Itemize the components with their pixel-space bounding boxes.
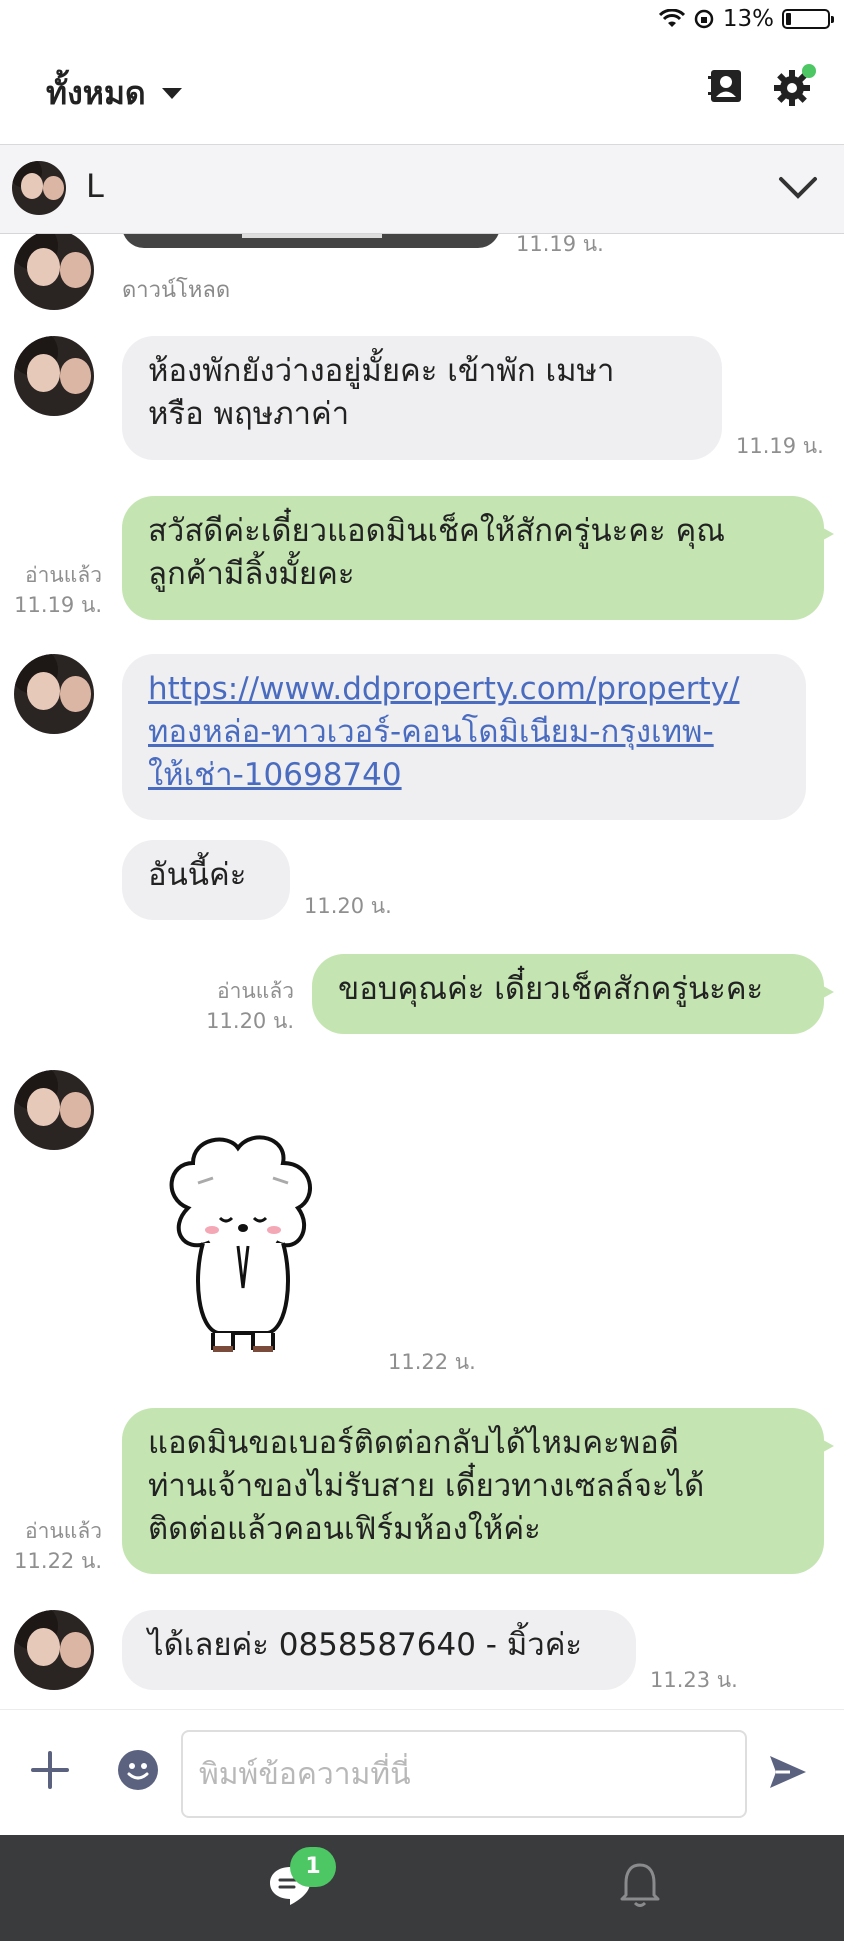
bottom-nav: 1 — [0, 1835, 844, 1941]
message-time: 11.19 น. — [736, 434, 824, 458]
outgoing-message[interactable]: แอดมินขอเบอร์ติดต่อกลับได้ไหมคะพอดี ท่าน… — [122, 1408, 834, 1574]
chevron-down-icon[interactable] — [778, 175, 818, 201]
read-receipt: อ่านแล้ว 11.19 น. — [6, 560, 102, 620]
read-receipt: อ่านแล้ว 11.22 น. — [6, 1516, 102, 1576]
image-message-partial[interactable] — [122, 234, 500, 248]
incoming-message[interactable]: ได้เลยค่ะ 0858587640 - มิ้วค่ะ — [122, 1610, 636, 1690]
message-text: ลูกค้ามีลิ้งมั้ยคะ — [148, 556, 355, 592]
message-text: ขอบคุณค่ะ เดี๋ยวเช็คสักครู่นะคะ — [338, 971, 764, 1007]
message-text: อันนี้ค่ะ — [148, 857, 247, 893]
plus-icon[interactable] — [30, 1750, 70, 1790]
message-text: หรือ พฤษภาค่า — [148, 396, 350, 432]
message-time: 11.22 น. — [14, 1549, 102, 1573]
battery-icon — [782, 9, 834, 29]
bell-icon[interactable] — [618, 1861, 662, 1909]
message-time: 11.22 น. — [388, 1350, 476, 1374]
smiley-face — [127, 1763, 149, 1780]
avatar — [12, 161, 66, 215]
outgoing-message[interactable]: ขอบคุณค่ะ เดี๋ยวเช็คสักครู่นะคะ — [312, 954, 834, 1034]
header: ทั้งหมด — [0, 38, 844, 145]
message-text: ห้องพักยังว่างอยู่มั้ยคะ เข้าพัก เมษา — [148, 353, 615, 389]
contact-card-icon[interactable] — [706, 66, 746, 106]
download-link[interactable]: ดาวน์โหลด — [122, 272, 230, 307]
avatar[interactable] — [14, 1070, 94, 1150]
incoming-link-message[interactable]: https://www.ddproperty.com/property/ ทอง… — [122, 654, 806, 820]
property-link[interactable]: ให้เช่า-10698740 — [148, 754, 780, 797]
read-label: อ่านแล้ว — [217, 979, 294, 1003]
header-title: ทั้งหมด — [46, 74, 146, 112]
wifi-icon — [658, 9, 685, 27]
outgoing-message[interactable]: สวัสดีค่ะเดี๋ยวแอดมินเช็คให้สักครู่นะคะ … — [122, 496, 834, 620]
read-label: อ่านแล้ว — [25, 563, 102, 587]
send-icon[interactable] — [766, 1750, 810, 1794]
message-time: 11.23 น. — [650, 1668, 738, 1692]
message-input-bar — [0, 1709, 844, 1836]
settings-notification-dot — [802, 64, 816, 78]
filter-dropdown[interactable]: ทั้งหมด — [46, 68, 182, 119]
message-text: ติดต่อแล้วคอนเฟิร์มห้องให้ค่ะ — [148, 1511, 541, 1547]
avatar[interactable] — [14, 1610, 94, 1690]
message-text: สวัสดีค่ะเดี๋ยวแอดมินเช็คให้สักครู่นะคะ … — [148, 513, 726, 549]
battery-percent: 13% — [722, 6, 774, 32]
unread-badge: 1 — [290, 1847, 336, 1887]
message-list[interactable]: 11.19 น. ดาวน์โหลด ห้องพักยังว่างอยู่มั้… — [0, 234, 844, 1709]
message-time: 11.20 น. — [304, 894, 392, 918]
message-input[interactable] — [181, 1730, 747, 1818]
message-time: 11.19 น. — [516, 234, 604, 256]
chat-contact-bar[interactable]: L — [0, 145, 844, 234]
property-link[interactable]: https://www.ddproperty.com/property/ — [148, 668, 780, 711]
contact-name: L — [86, 167, 104, 205]
message-text: ท่านเจ้าของไม่รับสาย เดี๋ยวทางเซลล์จะได้ — [148, 1468, 705, 1504]
message-text: แอดมินขอเบอร์ติดต่อกลับได้ไหมคะพอดี — [148, 1425, 679, 1461]
bear-sticker[interactable] — [158, 1128, 328, 1358]
avatar[interactable] — [14, 336, 94, 416]
avatar[interactable] — [14, 654, 94, 734]
read-label: อ่านแล้ว — [25, 1519, 102, 1543]
emoji-icon[interactable] — [118, 1750, 158, 1790]
property-link[interactable]: ทองหล่อ-ทาวเวอร์-คอนโดมิเนียม-กรุงเทพ- — [148, 711, 780, 754]
status-icons: 13% — [658, 6, 834, 32]
incoming-message[interactable]: ห้องพักยังว่างอยู่มั้ยคะ เข้าพัก เมษา หร… — [122, 336, 722, 460]
rotation-lock-icon — [694, 9, 714, 29]
avatar[interactable] — [14, 234, 94, 310]
message-time: 11.19 น. — [14, 593, 102, 617]
settings-button[interactable] — [772, 64, 818, 110]
status-bar: 13% — [0, 0, 844, 38]
incoming-message[interactable]: อันนี้ค่ะ — [122, 840, 290, 920]
message-time: 11.20 น. — [206, 1009, 294, 1033]
message-text: ได้เลยค่ะ 0858587640 - มิ้วค่ะ — [148, 1627, 583, 1663]
caret-down-icon — [161, 88, 182, 99]
read-receipt: อ่านแล้ว 11.20 น. — [190, 976, 294, 1036]
